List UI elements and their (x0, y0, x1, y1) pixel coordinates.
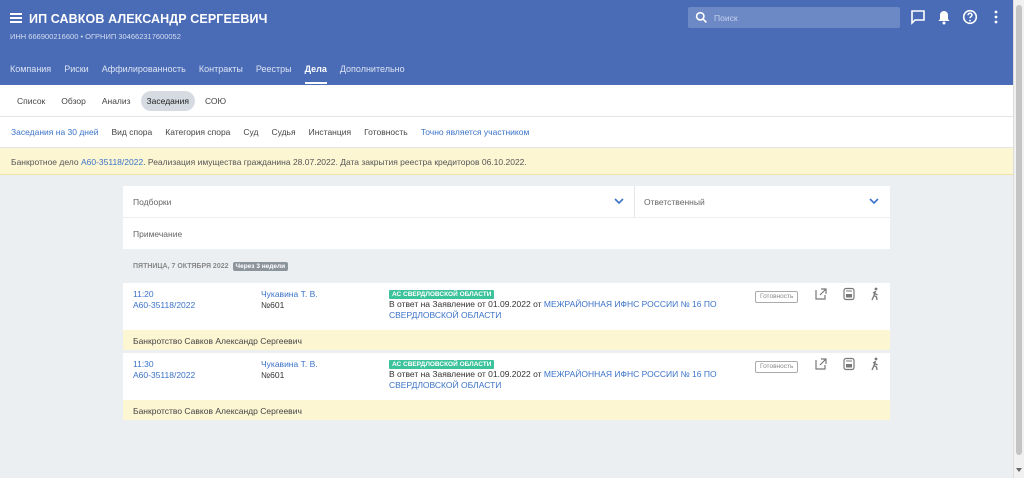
nav-risks[interactable]: Риски (64, 64, 89, 84)
court-badge: АС СВЕРДЛОВСКОЙ ОБЛАСТИ (389, 290, 495, 299)
hearing-row: 11:20 А60-35118/2022 Чукавина Т. В. №601… (123, 283, 890, 330)
nav-affiliation[interactable]: Аффилированность (102, 64, 186, 84)
description-text: В ответ на Заявление от 01.09.2022 от (389, 299, 544, 309)
hearing-time-case[interactable]: 11:30 А60-35118/2022 (133, 359, 195, 381)
open-external-icon[interactable] (814, 287, 828, 301)
description-text: В ответ на Заявление от 01.09.2022 от (389, 369, 544, 379)
notice-prefix: Банкротное дело (11, 157, 81, 167)
judge-name[interactable]: Чукавина Т. В. (261, 359, 318, 370)
nav-company[interactable]: Компания (10, 64, 51, 84)
hearing-judge: Чукавина Т. В. №601 (261, 289, 318, 311)
readiness-badge[interactable]: Готовность (755, 361, 799, 373)
search-input[interactable] (714, 10, 894, 25)
walking-person-icon[interactable] (868, 357, 882, 371)
scroll-down-arrow-icon[interactable] (1016, 468, 1022, 472)
hearing-row: 11:30 А60-35118/2022 Чукавина Т. В. №601… (123, 353, 890, 400)
bell-icon[interactable] (936, 9, 952, 25)
hearing-description: В ответ на Заявление от 01.09.2022 от МЕ… (389, 369, 729, 391)
time-until-badge: Через 3 недели (232, 262, 289, 271)
filter-dispute-category[interactable]: Категория спора (165, 127, 230, 137)
filter-dispute-type[interactable]: Вид спора (111, 127, 152, 137)
courtroom: №601 (261, 370, 285, 380)
filter-30-days[interactable]: Заседания на 30 дней (11, 127, 98, 137)
filter-bar: Заседания на 30 дней Вид спора Категория… (0, 117, 1013, 148)
filter-court[interactable]: Суд (243, 127, 258, 137)
nav-cases[interactable]: Дела (304, 64, 327, 84)
chevron-down-icon[interactable] (614, 197, 624, 205)
hearing-time: 11:30 (133, 359, 154, 369)
hearing-judge: Чукавина Т. В. №601 (261, 359, 318, 381)
menu-icon[interactable] (10, 13, 22, 23)
app-header: ИП САВКОВ АЛЕКСАНДР СЕРГЕЕВИЧ ИНН 666900… (0, 0, 1013, 85)
help-icon[interactable] (962, 9, 978, 25)
date-group-header: ПЯТНИЦА, 7 ОКТЯБРЯ 2022 Через 3 недели (133, 262, 289, 271)
company-title: ИП САВКОВ АЛЕКСАНДР СЕРГЕЕВИЧ (29, 12, 268, 26)
search-box[interactable] (688, 7, 900, 28)
tab-hearings[interactable]: Заседания (140, 91, 195, 111)
courtroom: №601 (261, 300, 285, 310)
note-field[interactable]: Примечание (133, 229, 182, 239)
hearing-case-number: А60-35118/2022 (133, 370, 196, 380)
document-pdf-icon[interactable] (842, 287, 856, 301)
hearing-time: 11:20 (133, 289, 154, 299)
chevron-down-icon[interactable] (869, 197, 879, 205)
top-nav: Компания Риски Аффилированность Контракт… (10, 64, 405, 84)
hearing-description: В ответ на Заявление от 01.09.2022 от МЕ… (389, 299, 729, 321)
readiness-badge[interactable]: Готовность (755, 291, 799, 303)
tab-overview[interactable]: Обзор (55, 91, 92, 111)
tab-soyu[interactable]: СОЮ (199, 91, 232, 111)
nav-additional[interactable]: Дополнительно (340, 64, 405, 84)
filter-readiness[interactable]: Готовность (364, 127, 408, 137)
filter-judge[interactable]: Судья (271, 127, 295, 137)
nav-contracts[interactable]: Контракты (199, 64, 243, 84)
company-identifiers: ИНН 666900216600 • ОГРНИП 30466231760005… (10, 32, 181, 41)
hearing-time-case[interactable]: 11:20 А60-35118/2022 (133, 289, 195, 311)
nav-registries[interactable]: Реестры (256, 64, 292, 84)
filter-instance[interactable]: Инстанция (309, 127, 352, 137)
responsible-select[interactable]: Ответственный (644, 197, 705, 207)
collections-select[interactable]: Подборки (133, 197, 171, 207)
filter-participant[interactable]: Точно является участником (421, 127, 530, 137)
open-external-icon[interactable] (814, 357, 828, 371)
tab-list[interactable]: Список (11, 91, 51, 111)
judge-name[interactable]: Чукавина Т. В. (261, 289, 318, 300)
document-pdf-icon[interactable] (842, 357, 856, 371)
chat-icon[interactable] (910, 9, 926, 25)
scrollbar[interactable] (1013, 0, 1024, 478)
notice-suffix: . Реализация имущества гражданина 28.07.… (143, 157, 527, 167)
selector-row: Подборки Ответственный (123, 186, 890, 217)
walking-person-icon[interactable] (868, 287, 882, 301)
more-icon[interactable] (988, 9, 1004, 25)
sub-nav: Список Обзор Анализ Заседания СОЮ (0, 85, 1013, 117)
group-date: ПЯТНИЦА, 7 ОКТЯБРЯ 2022 (133, 263, 229, 270)
court-badge: АС СВЕРДЛОВСКОЙ ОБЛАСТИ (389, 360, 495, 369)
case-title-bar: Банкротство Савков Александр Сергеевич (123, 330, 890, 350)
case-title-bar: Банкротство Савков Александр Сергеевич (123, 400, 890, 420)
search-icon (695, 11, 707, 23)
hearing-case-number: А60-35118/2022 (133, 300, 196, 310)
tab-analysis[interactable]: Анализ (96, 91, 137, 111)
scrollbar-thumb[interactable] (1016, 5, 1022, 455)
divider (634, 186, 635, 217)
note-row: Примечание (123, 218, 890, 249)
bankruptcy-notice: Банкротное дело А60-35118/2022. Реализац… (0, 148, 1013, 175)
notice-case-link[interactable]: А60-35118/2022 (81, 157, 143, 167)
